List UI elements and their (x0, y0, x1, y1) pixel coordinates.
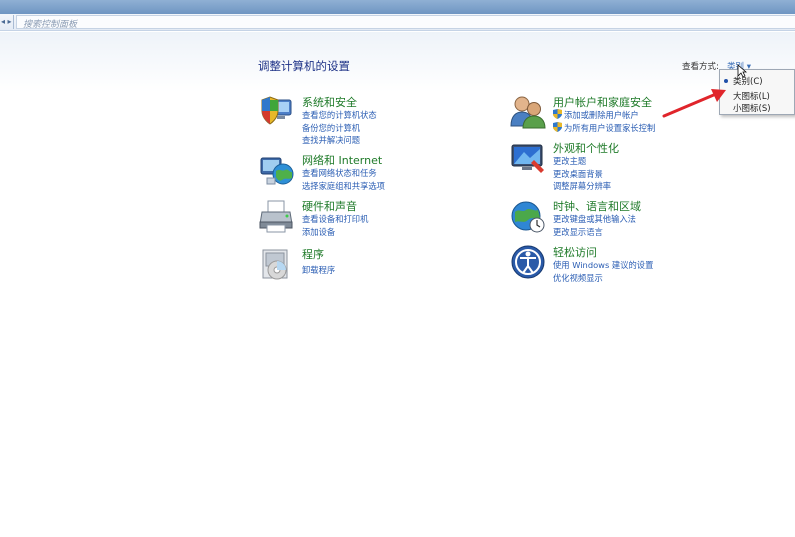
link-add-remove-accounts[interactable]: 添加或删除用户帐户 (553, 109, 639, 121)
address-search-row: ◂ ▸ 搜索控制面板 (0, 14, 795, 31)
link-homegroup-sharing[interactable]: 选择家庭组和共享选项 (302, 180, 385, 192)
link-uninstall-program[interactable]: 卸载程序 (302, 264, 335, 276)
shield-pc-icon[interactable] (259, 94, 295, 130)
category-appearance: 外观和个性化 更改主题 更改桌面背景 调整屏幕分辨率 (510, 140, 710, 192)
link-devices-printers[interactable]: 查看设备和打印机 (302, 213, 368, 225)
nav-arrows-button[interactable]: ◂ ▸ (0, 15, 14, 29)
mouse-cursor-icon (737, 64, 747, 78)
category-title-network-internet[interactable]: 网络和 Internet (302, 152, 382, 168)
link-change-keyboard[interactable]: 更改键盘或其他输入法 (553, 213, 636, 225)
users-icon[interactable] (510, 94, 546, 130)
uac-shield-icon (553, 109, 562, 119)
view-by-menu: 类别(C) 大图标(L) 小图标(S) (719, 69, 795, 115)
link-screen-resolution[interactable]: 调整屏幕分辨率 (553, 180, 611, 192)
globe-network-icon[interactable] (259, 152, 295, 188)
category-system-security: 系统和安全 查看您的计算机状态 备份您的计算机 查找并解决问题 (259, 94, 459, 146)
menu-item-small-icons[interactable]: 小图标(S) (733, 102, 771, 114)
search-placeholder: 搜索控制面板 (23, 20, 78, 30)
category-title-user-accounts[interactable]: 用户帐户和家庭安全 (553, 94, 652, 110)
programs-box-icon[interactable] (259, 246, 295, 282)
window-title-bar (0, 0, 795, 14)
category-programs: 程序 卸载程序 (259, 246, 459, 280)
printer-icon[interactable] (259, 198, 295, 234)
annotation-arrow-icon (662, 89, 726, 118)
category-ease-of-access: 轻松访问 使用 Windows 建议的设置 优化视频显示 (510, 244, 710, 284)
category-clock-language-region: 时钟、语言和区域 更改键盘或其他输入法 更改显示语言 (510, 198, 710, 238)
page-title: 调整计算机的设置 (258, 59, 350, 73)
link-parental-controls[interactable]: 为所有用户设置家长控制 (553, 122, 655, 134)
uac-shield-icon (553, 122, 562, 132)
clock-globe-icon[interactable] (510, 198, 546, 234)
link-change-display-language[interactable]: 更改显示语言 (553, 226, 603, 238)
category-network-internet: 网络和 Internet 查看网络状态和任务 选择家庭组和共享选项 (259, 152, 459, 192)
link-change-theme[interactable]: 更改主题 (553, 155, 586, 167)
category-title-system-security[interactable]: 系统和安全 (302, 94, 357, 110)
link-change-desktop-background[interactable]: 更改桌面背景 (553, 168, 603, 180)
category-title-appearance[interactable]: 外观和个性化 (553, 140, 619, 156)
link-optimize-video-display[interactable]: 优化视频显示 (553, 272, 603, 284)
view-by-label: 查看方式: (682, 62, 719, 72)
menu-item-large-icons[interactable]: 大图标(L) (733, 90, 770, 102)
category-title-clock-language-region[interactable]: 时钟、语言和区域 (553, 198, 641, 214)
link-view-computer-status[interactable]: 查看您的计算机状态 (302, 109, 377, 121)
monitor-personalize-icon[interactable] (510, 140, 546, 176)
link-view-network-status[interactable]: 查看网络状态和任务 (302, 167, 377, 179)
link-windows-recommended-settings[interactable]: 使用 Windows 建议的设置 (553, 259, 653, 271)
link-backup-computer[interactable]: 备份您的计算机 (302, 122, 360, 134)
ease-of-access-icon[interactable] (510, 244, 546, 280)
category-title-programs[interactable]: 程序 (302, 246, 324, 262)
search-input[interactable]: 搜索控制面板 (16, 15, 795, 30)
category-title-hardware-sound[interactable]: 硬件和声音 (302, 198, 357, 214)
category-hardware-sound: 硬件和声音 查看设备和打印机 添加设备 (259, 198, 459, 238)
category-title-ease-of-access[interactable]: 轻松访问 (553, 244, 597, 260)
link-troubleshoot[interactable]: 查找并解决问题 (302, 134, 360, 146)
link-label-add-remove-accounts: 添加或删除用户帐户 (564, 110, 639, 120)
link-add-device[interactable]: 添加设备 (302, 226, 335, 238)
selected-bullet-icon (724, 79, 728, 83)
link-label-parental-controls: 为所有用户设置家长控制 (564, 123, 656, 133)
